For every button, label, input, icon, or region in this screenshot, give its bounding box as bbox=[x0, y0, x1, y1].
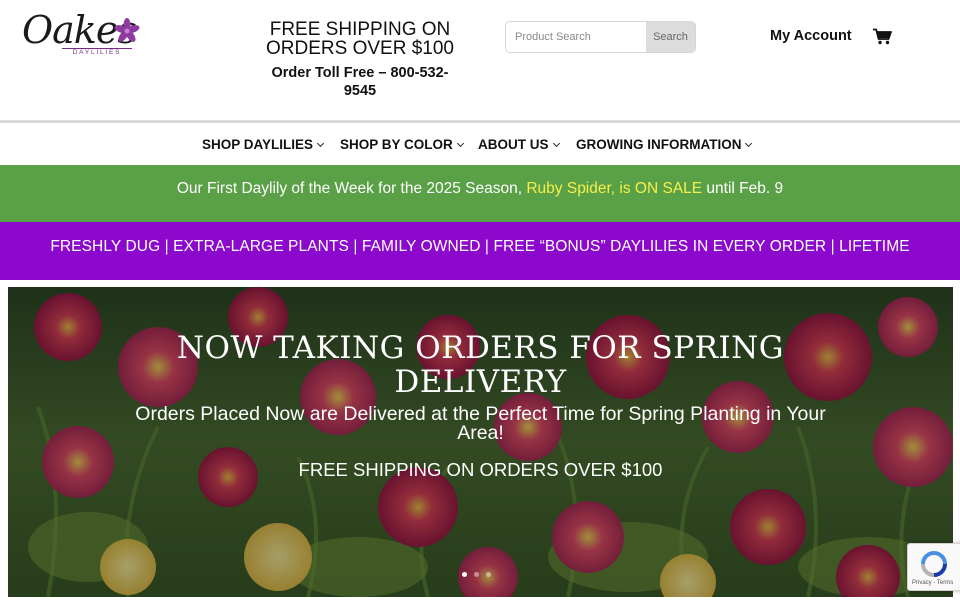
slider-pagination bbox=[462, 564, 498, 582]
promo-text-after: until Feb. 9 bbox=[702, 180, 784, 197]
chevron-down-icon bbox=[552, 139, 560, 148]
chevron-down-icon bbox=[456, 139, 464, 148]
promo-text-before: Our First Daylily of the Week for the 20… bbox=[176, 180, 527, 197]
recaptcha-icon bbox=[921, 551, 947, 577]
my-account-link[interactable]: My Account bbox=[770, 28, 852, 44]
nav-item-label: SHOP BY COLOR bbox=[340, 137, 453, 152]
site-header: Oakes DAYLILIES FREE SHIPPING ON ORDERS … bbox=[0, 0, 960, 120]
slider-dot[interactable] bbox=[486, 572, 491, 577]
nav-item-label: SHOP DAYLILIES bbox=[202, 137, 314, 152]
nav-item-label: ABOUT US bbox=[478, 137, 549, 152]
free-shipping-headline: FREE SHIPPING ON ORDERS OVER $100 bbox=[266, 19, 454, 59]
search-input[interactable] bbox=[506, 22, 647, 52]
nav-item-growing-information[interactable]: GROWING INFORMATION bbox=[576, 137, 753, 152]
hero-title: NOW TAKING ORDERS FOR SPRING DELIVERY bbox=[176, 330, 785, 400]
search-button[interactable]: Search bbox=[646, 22, 695, 52]
recaptcha-badge[interactable]: Privacy - Terms bbox=[907, 543, 960, 591]
nav-item-shop-by-color[interactable]: SHOP BY COLOR bbox=[340, 137, 464, 152]
slider-dot[interactable] bbox=[474, 572, 479, 577]
features-bar: FRESHLY DUG | EXTRA-LARGE PLANTS | FAMIL… bbox=[0, 222, 960, 304]
promo-highlight-link[interactable]: Ruby Spider, is ON SALE bbox=[526, 180, 702, 197]
main-navigation: SHOP DAYLILIES SHOP BY COLOR ABOUT US GR… bbox=[0, 123, 960, 165]
promo-banner: Our First Daylily of the Week for the 20… bbox=[0, 165, 960, 222]
nav-item-about-us[interactable]: ABOUT US bbox=[478, 137, 560, 152]
hero-shipping-text: FREE SHIPPING ON ORDERS OVER $100 bbox=[298, 459, 663, 480]
toll-free-phone[interactable]: Order Toll Free – 800-532-9545 bbox=[262, 64, 458, 100]
recaptcha-links[interactable]: Privacy - Terms bbox=[912, 580, 953, 586]
logo-subtitle: DAYLILIES bbox=[62, 48, 132, 56]
chevron-down-icon bbox=[745, 139, 753, 148]
hero-slider[interactable]: NOW TAKING ORDERS FOR SPRING DELIVERY Or… bbox=[8, 287, 953, 597]
cart-icon[interactable] bbox=[873, 28, 892, 45]
nav-item-shop-daylilies[interactable]: SHOP DAYLILIES bbox=[202, 137, 325, 152]
chevron-down-icon bbox=[317, 139, 325, 148]
slider-dot[interactable] bbox=[462, 572, 467, 577]
site-logo[interactable]: Oakes DAYLILIES bbox=[22, 8, 140, 60]
product-search: Search bbox=[505, 21, 696, 53]
daylily-flower-icon bbox=[114, 18, 140, 42]
nav-item-label: GROWING INFORMATION bbox=[576, 137, 742, 152]
hero-subtitle: Orders Placed Now are Delivered at the P… bbox=[135, 403, 826, 444]
